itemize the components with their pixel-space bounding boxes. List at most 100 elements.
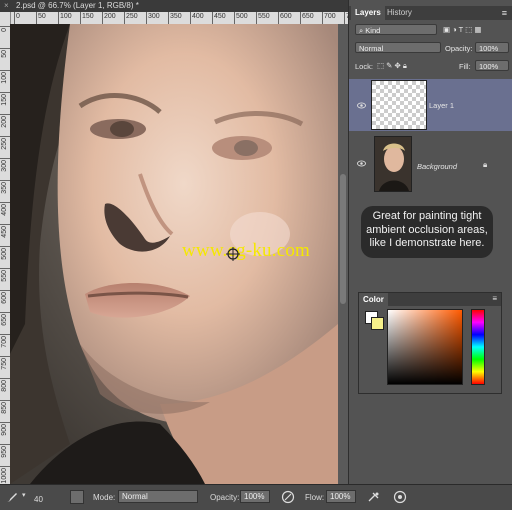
ruler-tick [278,12,279,24]
background-color-swatch[interactable] [371,317,384,330]
ruler-tick [0,114,10,115]
layer-row-background[interactable]: Background 🔒︎ [349,133,512,193]
ruler-tick [0,202,10,203]
visibility-eye-icon[interactable] [357,101,366,110]
ruler-tick-label: 150 [1,94,8,106]
blend-mode-select[interactable]: Normal [355,42,441,53]
ruler-tick [256,12,257,24]
hue-slider[interactable] [471,309,485,385]
ruler-tick-label: 400 [1,204,8,216]
mode-label: Mode: [93,493,116,502]
color-tab-bar: Color ≡ [359,293,501,306]
brush-tool-icon[interactable] [5,490,19,504]
ruler-tick [0,136,10,137]
ruler-tick [234,12,235,24]
ruler-tick-label: 250 [126,13,138,20]
ruler-tick-label: 450 [214,13,226,20]
canvas-vertical-scrollbar[interactable] [338,24,348,484]
ruler-tick-label: 700 [1,336,8,348]
tab-history[interactable]: History [383,6,416,20]
scrollbar-thumb[interactable] [340,174,346,304]
layer-thumbnail-transparent [371,80,427,130]
watermark-text: www.cg-ku.com [182,240,311,261]
lock-options-icons[interactable]: ⬚ ✎ ✥ 🔒︎ [377,61,407,71]
ruler-tick-label: 550 [1,270,8,282]
ruler-tick [0,444,10,445]
ruler-tick-label: 650 [302,13,314,20]
brush-cursor-icon [226,247,240,261]
ruler-tick [0,70,10,71]
color-field-picker[interactable] [387,309,463,385]
tab-color[interactable]: Color [359,293,388,306]
ruler-tick [0,92,10,93]
layer-filter-kind[interactable]: ⌕ Kind [355,24,437,35]
ruler-tick [0,48,10,49]
ruler-tick-label: 500 [1,248,8,260]
ruler-tick-label: 850 [1,402,8,414]
dropdown-arrow-icon[interactable]: ▾ [22,491,26,499]
tab-layers[interactable]: Layers [351,6,385,20]
ruler-tick-label: 700 [324,13,336,20]
ruler-tick-label: 0 [1,28,8,32]
ruler-tick [146,12,147,24]
ruler-tick-label: 0 [16,13,20,20]
search-icon: ⌕ [359,26,364,35]
ruler-tick [344,12,345,24]
pressure-opacity-icon[interactable] [281,490,295,504]
brush-opacity-field[interactable]: 100% [240,490,270,503]
pressure-size-icon[interactable] [393,490,407,504]
ruler-tick-label: 800 [1,380,8,392]
ruler-tick [322,12,323,24]
ruler-tick [0,422,10,423]
panel-menu-icon[interactable]: ≡ [492,294,497,303]
ruler-tick [300,12,301,24]
ruler-tick-label: 200 [1,116,8,128]
ruler-tick [0,158,10,159]
layer-row-layer-1[interactable]: Layer 1 [349,79,512,131]
color-panel: Color ≡ [358,292,502,394]
ruler-tick [0,180,10,181]
ruler-tick [14,12,15,24]
opacity-field[interactable]: 100% [475,42,509,53]
ruler-tick [124,12,125,24]
ruler-tick-label: 50 [1,50,8,58]
ruler-tick-label: 350 [170,13,182,20]
ruler-tick-label: 1000 [1,468,8,484]
close-document-icon[interactable]: × [4,0,9,12]
ruler-tick [0,246,10,247]
ruler-tick-label: 550 [258,13,270,20]
ruler-tick-label: 100 [1,72,8,84]
ruler-tick [212,12,213,24]
brush-mode-select[interactable]: Normal [118,490,198,503]
document-tab[interactable]: × 2.psd @ 66.7% (Layer 1, RGB/8) * [0,0,348,12]
brush-size-label[interactable]: 40 [34,495,43,504]
fill-field[interactable]: 100% [475,60,509,71]
ruler-tick-label: 300 [148,13,160,20]
ruler-tick [190,12,191,24]
ruler-tick [0,400,10,401]
lock-icon: 🔒︎ [483,160,488,169]
caption-line-1: Great for painting tight [372,210,482,222]
ruler-tick-label: 350 [1,182,8,194]
ruler-tick-label: 200 [104,13,116,20]
visibility-eye-icon[interactable] [357,159,366,168]
panel-menu-icon[interactable]: ≡ [502,8,507,18]
filter-type-icons[interactable]: ▣ ◑ T ⬚ ▦ [443,25,481,34]
ruler-tick-label: 150 [82,13,94,20]
ruler-tick [0,290,10,291]
ruler-tick [0,466,10,467]
caption-line-2: ambient occlusion areas, [366,223,488,236]
ruler-tick [0,268,10,269]
ruler-tick-label: 450 [1,226,8,238]
opacity-label: Opacity: [210,493,240,502]
ruler-tick-label: 400 [192,13,204,20]
brush-flow-field[interactable]: 100% [326,490,356,503]
brush-panel-toggle-icon[interactable] [70,490,84,504]
ruler-tick [80,12,81,24]
panel-tab-bar: Layers History ≡ [349,6,512,20]
ruler-tick [0,26,10,27]
airbrush-icon[interactable] [367,490,381,504]
ruler-tick-label: 900 [1,424,8,436]
ruler-tick [0,356,10,357]
ruler-tick [168,12,169,24]
